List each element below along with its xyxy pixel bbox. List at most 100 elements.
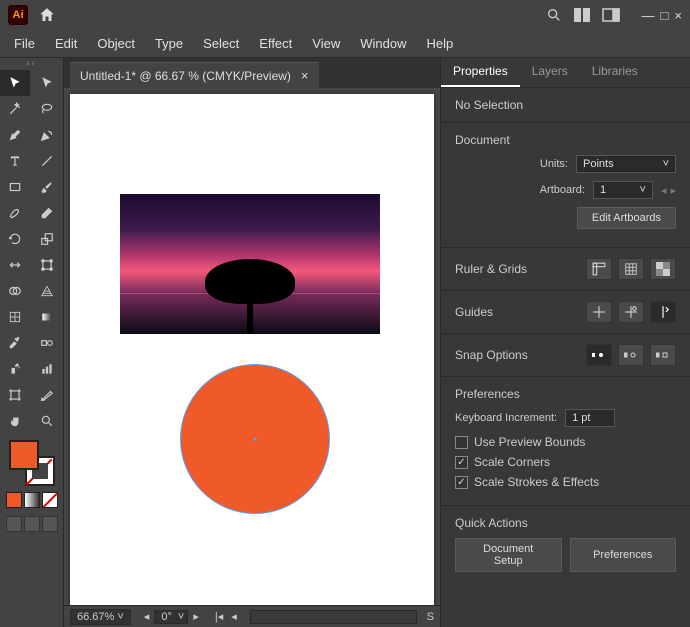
menu-object[interactable]: Object bbox=[89, 32, 143, 55]
magic-wand-tool[interactable] bbox=[0, 96, 30, 122]
prev-artboard-button[interactable]: ◂ bbox=[661, 184, 667, 197]
grid-icon[interactable] bbox=[618, 258, 644, 280]
mesh-tool[interactable] bbox=[0, 304, 30, 330]
home-icon[interactable] bbox=[38, 6, 56, 24]
ellipse-shape[interactable] bbox=[180, 364, 330, 514]
rectangle-tool[interactable] bbox=[0, 174, 30, 200]
rotate-tool[interactable] bbox=[0, 226, 30, 252]
pen-tool[interactable] bbox=[0, 122, 30, 148]
preferences-button[interactable]: Preferences bbox=[570, 538, 677, 572]
type-tool[interactable] bbox=[0, 148, 30, 174]
gradient-mode-icon[interactable] bbox=[24, 492, 40, 508]
minimize-button[interactable]: — bbox=[642, 8, 655, 23]
ruler-grids-label: Ruler & Grids bbox=[455, 262, 527, 276]
tab-libraries[interactable]: Libraries bbox=[580, 58, 650, 87]
menu-help[interactable]: Help bbox=[418, 32, 461, 55]
prev-artboard-icon[interactable]: ◂ bbox=[228, 610, 240, 623]
rotation-select[interactable]: 0° ˅ bbox=[154, 610, 188, 624]
placed-image[interactable] bbox=[120, 194, 380, 334]
tab-layers[interactable]: Layers bbox=[520, 58, 580, 87]
color-mode-icon[interactable] bbox=[6, 492, 22, 508]
quick-actions-label: Quick Actions bbox=[455, 516, 676, 530]
show-guides-icon[interactable] bbox=[586, 301, 612, 323]
ruler-icon[interactable] bbox=[586, 258, 612, 280]
edit-artboards-button[interactable]: Edit Artboards bbox=[577, 207, 676, 229]
draw-behind-icon[interactable] bbox=[24, 516, 40, 532]
line-segment-tool[interactable] bbox=[32, 148, 62, 174]
next-artboard-button[interactable]: ▸ bbox=[670, 184, 676, 197]
title-bar: Ai — □ × bbox=[0, 0, 690, 30]
status-bar: 66.67% ˅ ◂ 0° ˅ ▸ |◂ ◂ S bbox=[64, 605, 440, 627]
menu-edit[interactable]: Edit bbox=[47, 32, 85, 55]
toolbar-handle-icon[interactable]: ‹‹ bbox=[0, 58, 63, 70]
color-swatch-area bbox=[0, 434, 63, 538]
draw-normal-icon[interactable] bbox=[6, 516, 22, 532]
search-icon[interactable] bbox=[546, 7, 562, 23]
maximize-button[interactable]: □ bbox=[661, 8, 669, 23]
column-graph-tool[interactable] bbox=[32, 356, 62, 382]
slice-tool[interactable] bbox=[32, 382, 62, 408]
fill-swatch[interactable] bbox=[9, 440, 39, 470]
document-tab-label: Untitled-1* @ 66.67 % (CMYK/Preview) bbox=[80, 69, 291, 83]
close-tab-icon[interactable]: × bbox=[301, 68, 309, 83]
perspective-grid-tool[interactable] bbox=[32, 278, 62, 304]
none-mode-icon[interactable] bbox=[42, 492, 58, 508]
smart-guides-icon[interactable] bbox=[650, 301, 676, 323]
gradient-tool[interactable] bbox=[32, 304, 62, 330]
scale-strokes-checkbox[interactable]: Scale Strokes & Effects bbox=[455, 475, 676, 489]
arrange-documents-icon[interactable] bbox=[574, 8, 590, 22]
shape-builder-tool[interactable] bbox=[0, 278, 30, 304]
lock-guides-icon[interactable] bbox=[618, 301, 644, 323]
menu-file[interactable]: File bbox=[6, 32, 43, 55]
zoom-level-select[interactable]: 66.67% ˅ bbox=[70, 609, 131, 625]
menu-view[interactable]: View bbox=[304, 32, 348, 55]
lasso-tool[interactable] bbox=[32, 96, 62, 122]
guides-label: Guides bbox=[455, 305, 493, 319]
curvature-tool[interactable] bbox=[32, 122, 62, 148]
direct-selection-tool[interactable] bbox=[32, 70, 62, 96]
tab-properties[interactable]: Properties bbox=[441, 58, 520, 87]
draw-inside-icon[interactable] bbox=[42, 516, 58, 532]
menu-effect[interactable]: Effect bbox=[251, 32, 300, 55]
menu-window[interactable]: Window bbox=[352, 32, 414, 55]
selection-tool[interactable] bbox=[0, 70, 30, 96]
workspace-switcher-icon[interactable] bbox=[602, 8, 620, 22]
menu-type[interactable]: Type bbox=[147, 32, 191, 55]
transparency-grid-icon[interactable] bbox=[650, 258, 676, 280]
scale-tool[interactable] bbox=[32, 226, 62, 252]
horizontal-scrollbar[interactable] bbox=[250, 610, 417, 624]
artboard-select[interactable]: 1˅ bbox=[593, 181, 653, 199]
menu-bar: File Edit Object Type Select Effect View… bbox=[0, 30, 690, 58]
paintbrush-tool[interactable] bbox=[32, 174, 62, 200]
symbol-sprayer-tool[interactable] bbox=[0, 356, 30, 382]
document-area: Untitled-1* @ 66.67 % (CMYK/Preview) × 6… bbox=[64, 58, 440, 627]
rotate-next-icon[interactable]: ▸ bbox=[190, 610, 202, 624]
width-tool[interactable] bbox=[0, 252, 30, 278]
close-button[interactable]: × bbox=[674, 8, 682, 23]
units-select[interactable]: Points˅ bbox=[576, 155, 676, 173]
selection-indicator: S bbox=[427, 611, 434, 623]
document-section-label: Document bbox=[455, 133, 676, 147]
units-label: Units: bbox=[540, 158, 568, 170]
document-tab[interactable]: Untitled-1* @ 66.67 % (CMYK/Preview) × bbox=[70, 62, 319, 88]
hand-tool[interactable] bbox=[0, 408, 30, 434]
snap-pixel-icon[interactable] bbox=[650, 344, 676, 366]
snap-point-icon[interactable] bbox=[586, 344, 612, 366]
first-artboard-icon[interactable]: |◂ bbox=[212, 610, 226, 623]
eyedropper-tool[interactable] bbox=[0, 330, 30, 356]
shaper-tool[interactable] bbox=[0, 200, 30, 226]
scale-corners-checkbox[interactable]: Scale Corners bbox=[455, 455, 676, 469]
blend-tool[interactable] bbox=[32, 330, 62, 356]
scale-corners-label: Scale Corners bbox=[474, 455, 550, 469]
free-transform-tool[interactable] bbox=[32, 252, 62, 278]
document-setup-button[interactable]: Document Setup bbox=[455, 538, 562, 572]
keyboard-increment-input[interactable]: 1 pt bbox=[565, 409, 615, 427]
rotate-prev-icon[interactable]: ◂ bbox=[141, 610, 153, 624]
snap-grid-icon[interactable] bbox=[618, 344, 644, 366]
use-preview-bounds-checkbox[interactable]: Use Preview Bounds bbox=[455, 435, 676, 449]
zoom-tool[interactable] bbox=[32, 408, 62, 434]
eraser-tool[interactable] bbox=[32, 200, 62, 226]
canvas[interactable] bbox=[64, 88, 440, 605]
menu-select[interactable]: Select bbox=[195, 32, 247, 55]
artboard-tool[interactable] bbox=[0, 382, 30, 408]
